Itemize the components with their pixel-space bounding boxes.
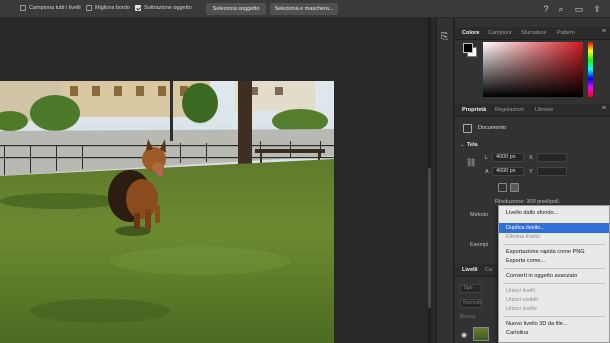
foreground-color-swatch[interactable] bbox=[463, 43, 473, 53]
chevron-down-icon[interactable]: ⌄ bbox=[460, 142, 465, 148]
tab-adjustments[interactable]: Regolazioni bbox=[495, 107, 524, 113]
share-icon[interactable]: ⇪ bbox=[591, 3, 603, 15]
height-field[interactable]: 4000 px bbox=[492, 167, 524, 176]
tab-patterns[interactable]: Pattern bbox=[557, 30, 575, 36]
history-icon[interactable]: ⎘ bbox=[441, 31, 448, 42]
workspace-icon[interactable]: ▭ bbox=[573, 3, 585, 15]
blend-mode-select[interactable]: Normale bbox=[460, 299, 482, 308]
examples-label: Esempi bbox=[470, 242, 489, 248]
scrollbar-thumb[interactable] bbox=[428, 168, 431, 308]
layer-thumbnail[interactable] bbox=[473, 327, 489, 341]
panel-icon-strip: ⎘ bbox=[436, 18, 454, 343]
document-icon bbox=[463, 124, 472, 133]
properties-panel-tabs: Proprietà Regolazioni Librerie ≡ bbox=[455, 104, 610, 117]
x-label: X bbox=[529, 155, 533, 161]
hue-slider[interactable] bbox=[588, 42, 593, 97]
menu-item-flatten-layer: Unisci livello bbox=[506, 306, 537, 312]
menu-item-postcard[interactable]: Cartolina bbox=[499, 328, 609, 338]
dog-photo bbox=[0, 81, 334, 343]
width-label: L bbox=[485, 155, 489, 161]
enhance-edge-label: Migliora bordo bbox=[95, 5, 130, 11]
color-picker-field[interactable] bbox=[483, 42, 583, 97]
panel-menu-icon[interactable]: ≡ bbox=[602, 28, 606, 35]
menu-item-layer-from-background[interactable]: Livello dallo sfondo... bbox=[499, 208, 609, 218]
tab-libraries[interactable]: Librerie bbox=[535, 107, 553, 113]
menu-item-convert-smart-object[interactable]: Converti in oggetto avanzato bbox=[499, 271, 609, 281]
menu-item-delete-layer: Elimina livello bbox=[506, 234, 540, 240]
options-bar: Campiona tutti i livelli Migliora bordo … bbox=[0, 0, 610, 18]
subtract-object-checkbox[interactable] bbox=[135, 5, 141, 11]
help-icon[interactable]: ? bbox=[540, 3, 552, 15]
height-label: A bbox=[485, 169, 489, 175]
canvas-section-title[interactable]: Tela bbox=[467, 142, 478, 148]
lock-label: Blocca bbox=[460, 314, 476, 320]
search-icon[interactable]: ⌕ bbox=[555, 3, 567, 15]
menu-item-export-as[interactable]: Esporta come... bbox=[499, 256, 609, 266]
x-field[interactable] bbox=[537, 153, 567, 162]
menu-separator bbox=[503, 244, 605, 245]
width-field[interactable]: 4000 px bbox=[492, 153, 524, 162]
panel-menu-icon[interactable]: ≡ bbox=[602, 105, 606, 112]
layer-context-menu: Livello dallo sfondo... Duplica livello.… bbox=[498, 205, 610, 343]
landscape-orientation-button[interactable] bbox=[510, 183, 519, 192]
tab-layers[interactable]: Livelli bbox=[462, 267, 478, 273]
layer-filter-select[interactable]: Tipo bbox=[460, 284, 482, 293]
link-icon[interactable]: ⛓ bbox=[466, 158, 476, 167]
tab-swatches[interactable]: Campioni bbox=[488, 30, 511, 36]
select-subject-button[interactable]: Seleziona soggetto bbox=[206, 3, 266, 15]
menu-separator bbox=[503, 268, 605, 269]
visibility-eye-icon[interactable]: ◉ bbox=[461, 331, 467, 339]
enhance-edge-checkbox[interactable] bbox=[86, 5, 92, 11]
select-and-mask-button[interactable]: Seleziona e maschera... bbox=[270, 3, 338, 15]
color-panel-tabs: Colore Campioni Sfumature Pattern ≡ bbox=[455, 27, 610, 40]
y-field[interactable] bbox=[537, 167, 567, 176]
document-label: Documento bbox=[478, 125, 507, 131]
tab-gradients[interactable]: Sfumature bbox=[521, 30, 546, 36]
sample-all-layers-option[interactable]: Campiona tutti i livelli bbox=[20, 5, 81, 11]
tab-properties[interactable]: Proprietà bbox=[462, 107, 486, 113]
subtract-object-option[interactable]: Sottrazione oggetto bbox=[135, 5, 192, 11]
subtract-object-label: Sottrazione oggetto bbox=[144, 5, 192, 11]
document-image[interactable] bbox=[0, 81, 334, 343]
menu-separator bbox=[503, 283, 605, 284]
sample-all-layers-label: Campiona tutti i livelli bbox=[29, 5, 81, 11]
y-label: Y bbox=[529, 169, 533, 175]
canvas-vertical-scrollbar[interactable] bbox=[428, 18, 431, 343]
tab-channels[interactable]: Ca bbox=[485, 267, 492, 273]
portrait-orientation-button[interactable] bbox=[498, 183, 507, 192]
sample-all-layers-checkbox[interactable] bbox=[20, 5, 26, 11]
canvas-workspace[interactable] bbox=[0, 18, 431, 343]
tab-color[interactable]: Colore bbox=[462, 30, 479, 36]
enhance-edge-option[interactable]: Migliora bordo bbox=[86, 5, 130, 11]
mode-label: Metodo bbox=[470, 212, 489, 218]
menu-separator bbox=[503, 316, 605, 317]
